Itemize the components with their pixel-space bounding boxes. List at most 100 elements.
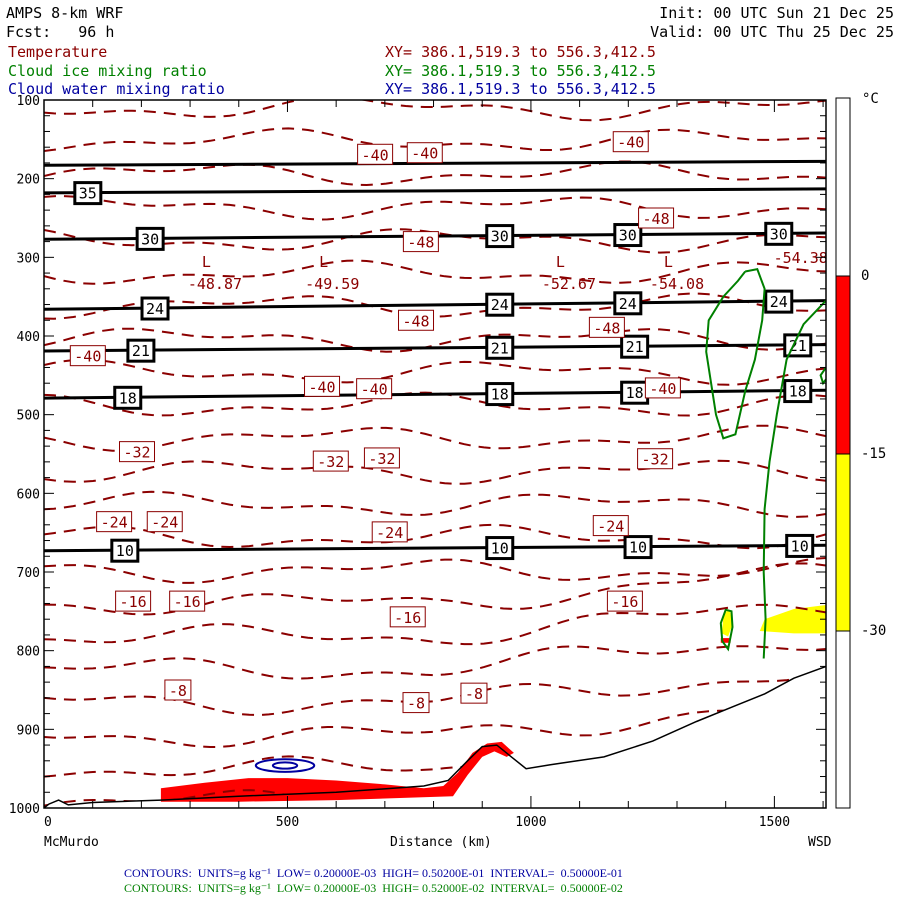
- y-tick-label: 600: [17, 487, 40, 502]
- isotherm-line: [44, 694, 826, 749]
- y-tick-label: 200: [17, 173, 40, 188]
- solid-contour-label: 30: [141, 230, 159, 248]
- low-value: -52.67: [542, 275, 596, 293]
- isotherm-label: -8: [465, 685, 483, 703]
- y-tick-label: 500: [17, 409, 40, 424]
- y-tick-label: 800: [17, 645, 40, 660]
- shading-yellow: [759, 605, 826, 634]
- solid-contour-label: 30: [770, 225, 788, 243]
- colorbar-tick-minus30: -30: [861, 623, 887, 639]
- isotherm-label: -24: [151, 514, 178, 532]
- solid-contour-label: 10: [791, 537, 809, 555]
- y-tick-label: 400: [17, 330, 40, 345]
- solid-contour-label: 10: [116, 542, 134, 560]
- isotherm-label: -40: [361, 381, 388, 399]
- isotherm-label: -24: [376, 524, 403, 542]
- solid-contour-label: 24: [146, 300, 164, 318]
- y-tick-label: 300: [17, 251, 40, 266]
- low-marker: L: [664, 253, 673, 271]
- isotherm-label: -40: [308, 378, 335, 396]
- colorbar-tick-minus15: -15: [861, 446, 887, 462]
- colorbar-red-band: [835, 275, 851, 455]
- isotherm-label: -32: [317, 453, 344, 471]
- solid-contour-line: [44, 388, 826, 400]
- isotherm-label: -32: [368, 450, 395, 468]
- x-start-label: McMurdo: [44, 835, 99, 850]
- solid-contour-label: 21: [789, 337, 807, 355]
- isotherm-line: [44, 645, 826, 680]
- isotherm-label: -24: [101, 514, 128, 532]
- x-tick-label: 1000: [515, 815, 546, 830]
- colorbar-yellow-band: [835, 453, 851, 632]
- isotherm-line: [44, 195, 826, 221]
- isotherm-label: -48: [593, 319, 620, 337]
- isotherm-line: [44, 603, 826, 646]
- isotherm-line: [44, 424, 826, 452]
- low-marker: L: [556, 253, 565, 271]
- isotherm-line: [44, 729, 826, 778]
- solid-contour-line: [44, 187, 826, 195]
- isotherm-label: -32: [123, 444, 150, 462]
- isotherm-label: -24: [597, 518, 624, 536]
- cloud-ice-contour: [705, 267, 766, 440]
- low-value: -48.87: [188, 275, 242, 293]
- isotherm-line: [44, 562, 826, 616]
- solid-contour-label: 30: [491, 228, 509, 246]
- solid-contour-label: 18: [119, 389, 137, 407]
- y-tick-label: 1000: [9, 802, 40, 817]
- solid-contour-line: [44, 343, 826, 353]
- isotherm-label: -48: [407, 234, 434, 252]
- plot-layer: 35 30 30 30 30 24 24 24 24 21 21 21 21 18 18 18 18 10 10 10…: [44, 100, 828, 808]
- isotherm-label: -8: [169, 682, 187, 700]
- solid-contour-label: 18: [626, 384, 644, 402]
- low-marker: L: [319, 253, 328, 271]
- x-tick-label: 1500: [759, 815, 790, 830]
- isotherm-label: -48: [643, 210, 670, 228]
- colorbar-tick-0: 0: [861, 268, 870, 284]
- isotherm-label: -32: [642, 451, 669, 469]
- footer-cloud-ice-contours: CONTOURS: UNITS=g kg⁻¹ LOW= 0.20000E-03 …: [124, 881, 623, 895]
- solid-contour-label: 21: [491, 339, 509, 357]
- isotherm-label: -40: [362, 146, 389, 164]
- low-value: -49.59: [305, 275, 359, 293]
- isotherm-label: -16: [120, 593, 147, 611]
- isotherm-label: -40: [617, 134, 644, 152]
- terrain-line: [44, 665, 826, 808]
- footer-cloud-water-contours: CONTOURS: UNITS=g kg⁻¹ LOW= 0.20000E-03 …: [124, 866, 623, 880]
- isotherm-label: -16: [394, 609, 421, 627]
- cross-section-chart: 35 30 30 30 30 24 24 24 24 21 21 21 21 18 18 18 18 10 10 10…: [9, 94, 851, 830]
- solid-contour-label: 30: [619, 227, 637, 245]
- isotherm-line: [44, 670, 826, 717]
- solid-contour-label: 18: [491, 386, 509, 404]
- isotherm-group: [44, 100, 826, 808]
- x-tick-label: 500: [276, 815, 299, 830]
- low-value: -54.08: [650, 275, 704, 293]
- solid-contour-label: 24: [491, 296, 509, 314]
- solid-contour-line: [44, 543, 826, 553]
- solid-contour-label: 35: [79, 185, 97, 203]
- x-axis-title: Distance (km): [390, 835, 492, 850]
- y-tick-label: 100: [17, 94, 40, 109]
- isotherm-label: -40: [411, 145, 438, 163]
- isotherm-line: [44, 459, 826, 485]
- isotherm-label: -48: [402, 312, 429, 330]
- x-end-label: WSD: [808, 835, 832, 850]
- y-tick-label: 900: [17, 723, 40, 738]
- isotherm-label: -16: [611, 593, 638, 611]
- cloud-water-contour: [271, 761, 299, 770]
- isotherm-label: -40: [74, 348, 101, 366]
- solid-contour-label: 24: [619, 295, 637, 313]
- isotherm-label: -40: [649, 380, 676, 398]
- low-marker: L: [202, 253, 211, 271]
- y-tick-label: 700: [17, 566, 40, 581]
- solid-contour-label: 21: [626, 338, 644, 356]
- solid-contour-label: 24: [770, 293, 788, 311]
- isotherm-line: [44, 259, 826, 285]
- isotherm-label: -8: [407, 695, 425, 713]
- solid-contour-label: 18: [789, 383, 807, 401]
- solid-contour-label: 10: [491, 540, 509, 558]
- colorbar-unit: °C: [862, 91, 879, 107]
- cloud-water-contour: [254, 758, 316, 773]
- isotherm-label: -16: [174, 593, 201, 611]
- low-value: -54.38: [774, 249, 828, 267]
